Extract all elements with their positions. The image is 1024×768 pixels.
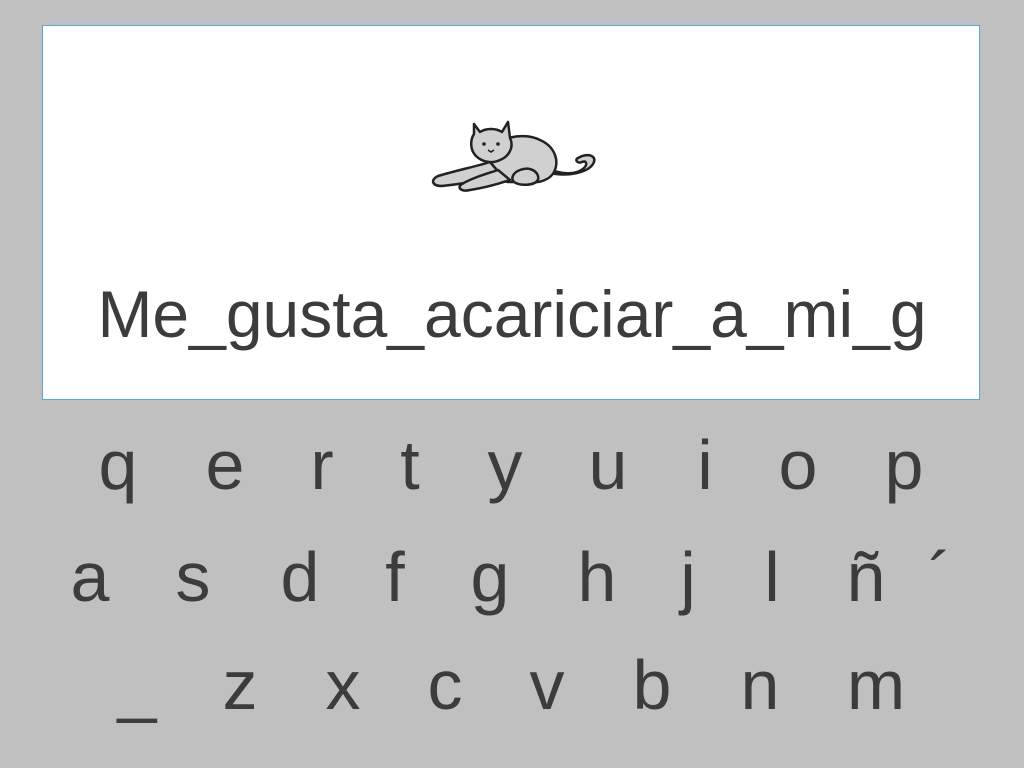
key-u[interactable]: u [563, 420, 653, 510]
key-n[interactable]: n [715, 640, 805, 730]
key-i[interactable]: i [660, 420, 750, 510]
key-m[interactable]: m [831, 640, 921, 730]
key-o[interactable]: o [753, 420, 843, 510]
key-acute-accent[interactable]: ´ [895, 532, 985, 622]
key-a[interactable]: a [45, 532, 135, 622]
key-f[interactable]: f [350, 532, 440, 622]
key-j[interactable]: j [643, 532, 733, 622]
keyboard-row-1: q e r t y u i o p [0, 420, 1024, 520]
keyboard-row-3: _ z x c v b n m [0, 640, 1024, 740]
cat-lying-icon [431, 120, 596, 192]
sentence-card: Me_gusta_acariciar_a_mi_g [42, 25, 980, 400]
key-r[interactable]: r [277, 420, 367, 510]
key-x[interactable]: x [298, 640, 388, 730]
key-c[interactable]: c [400, 640, 490, 730]
key-underscore[interactable]: _ [92, 640, 182, 730]
key-t[interactable]: t [365, 420, 455, 510]
keyboard-row-2: a s d f g h j l ñ ´ [0, 532, 1024, 632]
key-l[interactable]: l [727, 532, 817, 622]
key-h[interactable]: h [552, 532, 642, 622]
key-y[interactable]: y [460, 420, 550, 510]
screen: Me_gusta_acariciar_a_mi_g q e r t y u i … [0, 0, 1024, 768]
key-v[interactable]: v [502, 640, 592, 730]
key-z[interactable]: z [195, 640, 285, 730]
key-p[interactable]: p [859, 420, 949, 510]
key-q[interactable]: q [73, 420, 163, 510]
key-s[interactable]: s [148, 532, 238, 622]
key-e[interactable]: e [180, 420, 270, 510]
key-d[interactable]: d [255, 532, 345, 622]
typed-sentence: Me_gusta_acariciar_a_mi_g [97, 277, 927, 351]
key-g[interactable]: g [445, 532, 535, 622]
key-b[interactable]: b [607, 640, 697, 730]
